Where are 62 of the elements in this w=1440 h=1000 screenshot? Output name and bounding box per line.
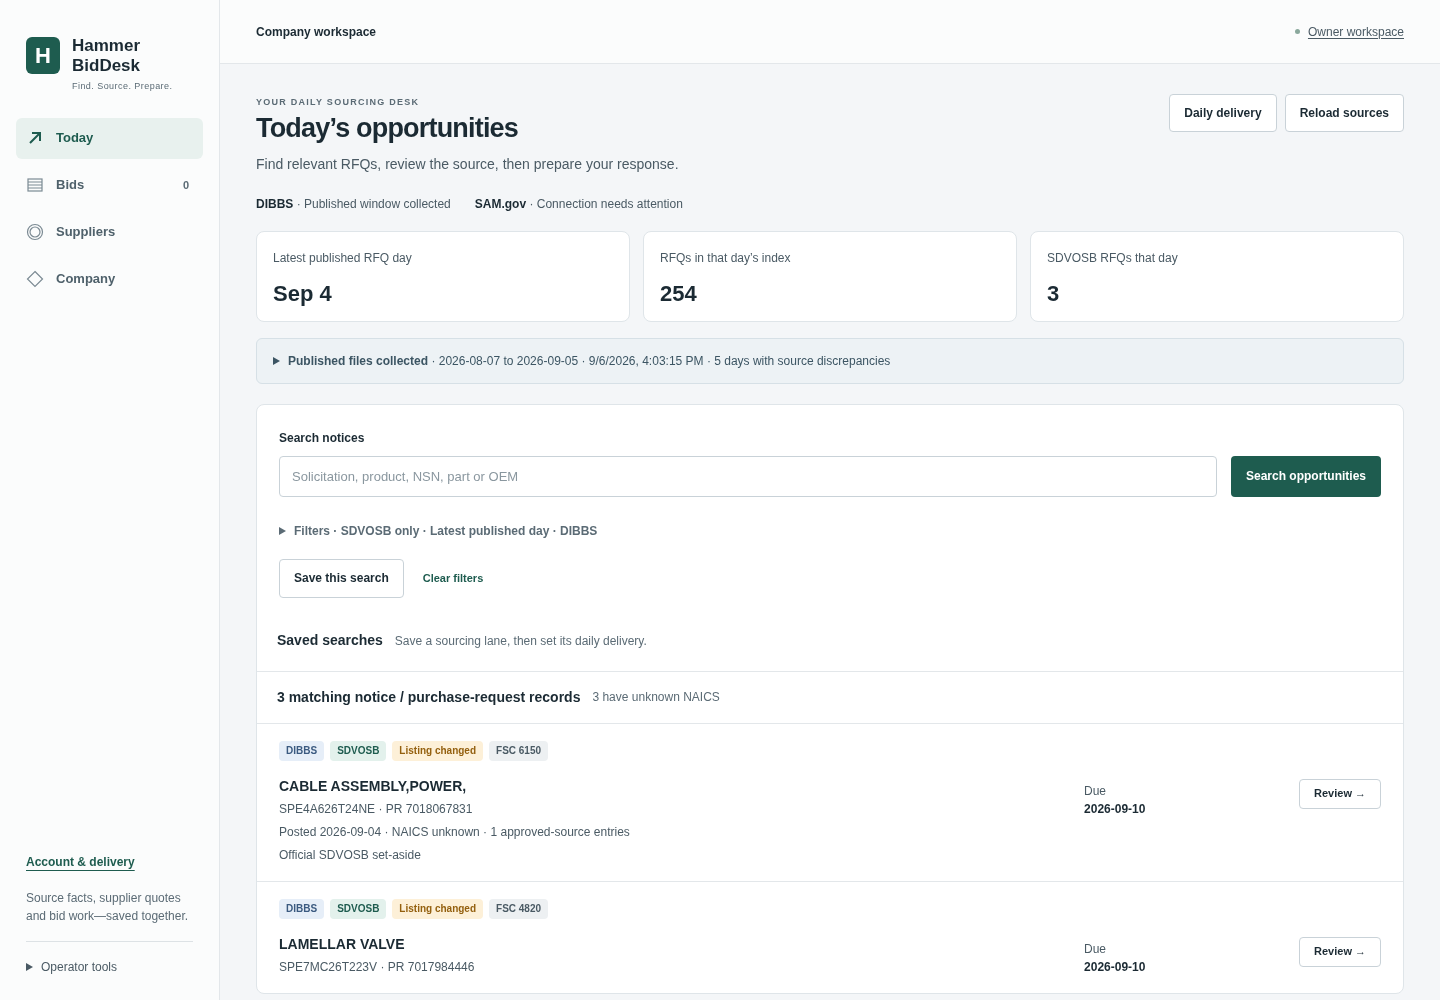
record-detail: Official SDVOSB set-aside (279, 846, 422, 863)
results-note: 3 have unknown NAICS (592, 689, 720, 706)
tag: FSC 6150 (489, 740, 549, 761)
header-button[interactable]: Daily delivery (1169, 94, 1277, 132)
record-title: LAMELLAR VALVE (279, 934, 406, 953)
search-field[interactable]: Solicitation, product, NSN, part or OEM (279, 455, 1217, 497)
sidebar-item[interactable]: Suppliers (16, 211, 203, 253)
caret-icon (273, 356, 280, 365)
record-detail: SPE4A626T24NE · PR 7018067831 (279, 800, 474, 817)
clear-filters-link[interactable]: Clear filters (422, 569, 484, 587)
tag: SDVOSB (330, 740, 387, 761)
stat-value: 3 (1047, 279, 1061, 308)
record-detail: Posted 2026-09-04 · NAICS unknown · 1 approved-source entries (279, 823, 631, 840)
owner-workspace-link[interactable]: Owner workspace (1307, 22, 1404, 41)
operator-tools-toggle[interactable]: Operator tools (26, 958, 118, 976)
sidebar-item[interactable]: Bids 0 (16, 164, 203, 206)
saved-searches-hint: Save a sourcing lane, then set its daily delivery. (394, 632, 647, 650)
header-button[interactable]: Reload sources (1284, 94, 1404, 132)
tag: DIBBS (279, 740, 325, 761)
stat-value: Sep 4 (273, 279, 333, 308)
due-date: 2026-09-10 (1084, 958, 1147, 975)
search-button[interactable]: Search opportunities (1230, 455, 1381, 497)
logo-icon: H (26, 37, 60, 74)
caret-icon (26, 963, 33, 971)
source-status: SAM.gov · Connection needs attention (474, 195, 683, 213)
caret-icon (279, 526, 286, 535)
saved-searches-heading: Saved searches (277, 630, 383, 650)
brand-name: Hammer BidDesk (72, 36, 142, 76)
circle-icon (26, 223, 44, 241)
tag: FSC 4820 (489, 898, 549, 919)
review-button[interactable]: Review → (1299, 778, 1381, 809)
tag: DIBBS (279, 898, 325, 919)
search-label: Search notices (279, 429, 366, 447)
results-heading: 3 matching notice / purchase-request records (277, 687, 581, 707)
save-search-button[interactable]: Save this search (279, 558, 404, 598)
due-label: Due (1084, 782, 1108, 799)
sidebar-item[interactable]: Today (16, 117, 203, 159)
brand-tagline: Find. Source. Prepare. (72, 80, 173, 93)
page-title: Today’s opportunities (256, 111, 519, 144)
tag: Listing changed (392, 898, 484, 919)
record-title: CABLE ASSEMBLY,POWER, (279, 776, 468, 795)
source-status: DIBBS · Published window collected (256, 195, 451, 213)
sidebar-item[interactable]: Company (16, 258, 203, 300)
filters-toggle[interactable]: Filters · SDVOSB only · Latest published day · DIBBS (279, 522, 598, 539)
stat-label: RFQs in that day’s index (660, 249, 792, 267)
diamond-icon (26, 270, 44, 288)
eyebrow-label: YOUR DAILY SOURCING DESK (256, 96, 421, 109)
list-icon (26, 176, 44, 194)
page-subtitle: Find relevant RFQs, review the source, then prepare your response. (256, 154, 679, 174)
workspace-title: Company workspace (256, 23, 377, 41)
sidebar-blurb: Source facts, supplier quotes and bid work—saved together. (26, 890, 190, 925)
review-button[interactable]: Review → (1299, 936, 1381, 967)
tag: Listing changed (392, 740, 484, 761)
account-link[interactable]: Account & delivery (26, 855, 135, 869)
stat-label: Latest published RFQ day (273, 249, 413, 267)
due-label: Due (1084, 940, 1108, 957)
due-date: 2026-09-10 (1084, 800, 1147, 817)
record-detail: SPE7MC26T223V · PR 7017984446 (279, 958, 476, 975)
stat-value: 254 (660, 279, 698, 308)
stat-label: SDVOSB RFQs that day (1047, 249, 1179, 267)
tag: SDVOSB (330, 898, 387, 919)
count-label: 0 (181, 177, 190, 193)
